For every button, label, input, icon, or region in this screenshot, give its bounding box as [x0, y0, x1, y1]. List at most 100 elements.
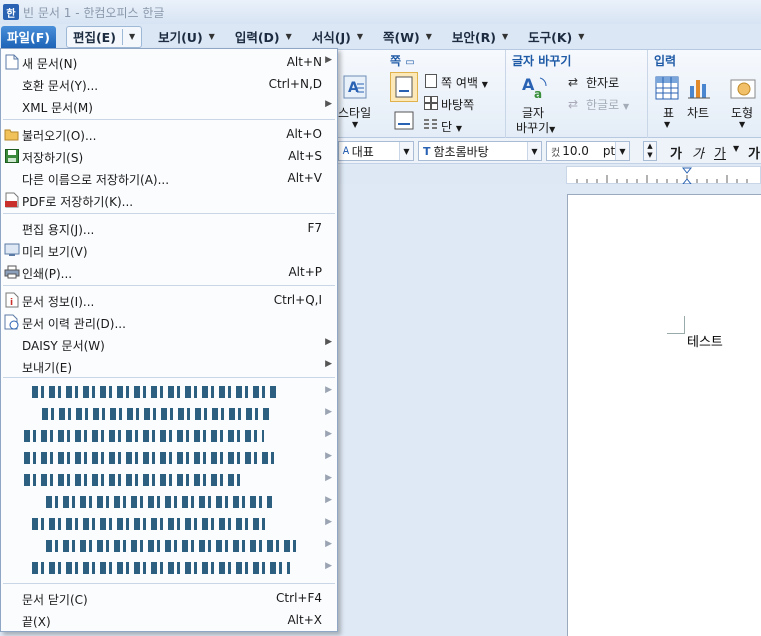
to-hanja-button[interactable]: 한자로 — [586, 74, 619, 91]
text-replace-icon[interactable]: Aa — [520, 72, 550, 102]
redacted-text — [24, 474, 244, 486]
redacted-text — [42, 408, 272, 420]
menu-item-new[interactable]: 새 문서(N) Alt+N ▶ — [2, 51, 336, 73]
menu-tools[interactable]: 도구(K) ▼ — [522, 26, 590, 48]
recent-file-item[interactable]: ▶ — [2, 447, 336, 469]
bold-button[interactable]: 가 — [670, 143, 682, 162]
chevron-down-icon[interactable]: ▼ — [739, 120, 745, 129]
chevron-down-icon[interactable]: ▼ — [615, 142, 629, 160]
menu-item-send[interactable]: 보내기(E) ▶ — [2, 355, 336, 377]
strikethrough-button[interactable]: 가 — [748, 143, 760, 162]
document-page[interactable] — [567, 194, 761, 636]
recent-file-item[interactable]: ▶ — [2, 557, 336, 579]
menu-insert[interactable]: 입력(D) ▼ — [229, 26, 298, 48]
submenu-arrow-icon: ▶ — [325, 539, 332, 549]
column-button[interactable]: 단 ▼ — [441, 118, 462, 135]
chart-button-label[interactable]: 차트 — [687, 104, 709, 121]
style-icon[interactable]: A — [342, 74, 368, 100]
to-hangul-button[interactable]: 한글로 ▼ — [586, 96, 629, 113]
chevron-down-icon[interactable]: ▼ — [578, 32, 584, 41]
spin-up-icon[interactable]: ▲ — [647, 142, 652, 151]
menu-view-label: 보기(U) — [158, 30, 203, 45]
file-menu: 새 문서(N) Alt+N ▶ 호환 문서(Y)... Ctrl+N,D XML… — [0, 48, 338, 632]
open-folder-icon — [4, 126, 20, 142]
menu-item-daisy[interactable]: DAISY 문서(W) ▶ — [2, 333, 336, 355]
menu-item-close-document[interactable]: 문서 닫기(C) Ctrl+F4 — [2, 587, 336, 609]
chevron-down-icon[interactable]: ▼ — [527, 142, 541, 160]
submenu-arrow-icon: ▶ — [325, 473, 332, 483]
menu-separator — [3, 119, 335, 120]
menu-item-page-setup[interactable]: 편집 용지(J)... F7 — [2, 217, 336, 239]
menu-item-label: PDF로 저장하기(K)... — [22, 195, 134, 209]
menu-item-document-info[interactable]: i 문서 정보(I)... Ctrl+Q,I — [2, 289, 336, 311]
chevron-down-icon[interactable]: ▼ — [357, 32, 363, 41]
style-button-label[interactable]: 스타일 — [338, 104, 371, 121]
menu-security[interactable]: 보안(R) ▼ — [446, 26, 514, 48]
menu-page[interactable]: 쪽(W) ▼ — [377, 26, 438, 48]
recent-file-item[interactable]: ▶ — [2, 403, 336, 425]
font-size-icon: 컸 — [551, 147, 561, 159]
text-replace-label-2[interactable]: 바꾸기▼ — [516, 119, 555, 136]
page-margin-button[interactable]: 쪽 여백 ▼ — [441, 74, 488, 91]
menu-item-label: 문서 이력 관리(D)... — [22, 317, 126, 331]
horizontal-ruler[interactable] — [566, 166, 761, 185]
recent-file-item[interactable]: ▶ — [2, 425, 336, 447]
menu-item-shortcut: Alt+V — [287, 171, 322, 185]
recent-file-item[interactable]: ▶ — [2, 491, 336, 513]
menu-view[interactable]: 보기(U) ▼ — [152, 26, 221, 48]
menu-item-document-history[interactable]: 문서 이력 관리(D)... — [2, 311, 336, 333]
chevron-down-icon[interactable]: ▼ — [426, 32, 432, 41]
recent-file-item[interactable]: ▶ — [2, 513, 336, 535]
page-setup-icon[interactable] — [392, 110, 416, 132]
menu-item-print[interactable]: 인쇄(P)... Alt+P — [2, 261, 336, 283]
menu-item-shortcut: Alt+O — [286, 127, 322, 141]
menu-item-xml-document[interactable]: XML 문서(M) ▶ — [2, 95, 336, 117]
shape-button-label[interactable]: 도형 — [731, 104, 753, 121]
font-combo[interactable]: T 함초롬바탕 ▼ — [418, 141, 542, 161]
chevron-down-icon[interactable]: ▼ — [209, 32, 215, 41]
menu-format[interactable]: 서식(J) ▼ — [306, 26, 369, 48]
menu-item-exit[interactable]: 끝(X) Alt+X — [2, 609, 336, 631]
underline-button[interactable]: 가 — [714, 143, 726, 162]
chevron-down-icon[interactable]: ▼ — [129, 32, 135, 41]
shape-icon[interactable] — [730, 76, 756, 100]
menu-item-preview[interactable]: 미리 보기(V) — [2, 239, 336, 261]
pdf-icon — [4, 192, 20, 208]
submenu-arrow-icon: ▶ — [325, 407, 332, 417]
chevron-down-icon[interactable]: ▼ — [286, 32, 292, 41]
menu-item-compatible-document[interactable]: 호환 문서(Y)... Ctrl+N,D — [2, 73, 336, 95]
menu-item-save[interactable]: 저장하기(S) Alt+S — [2, 145, 336, 167]
print-icon — [4, 264, 20, 280]
master-page-button[interactable]: 바탕쪽 — [441, 96, 474, 113]
menu-item-save-as[interactable]: 다른 이름으로 저장하기(A)... Alt+V — [2, 167, 336, 189]
menu-item-label: 다른 이름으로 저장하기(A)... — [22, 173, 170, 187]
document-text[interactable]: 테스트 — [687, 331, 723, 350]
redacted-text — [46, 540, 298, 552]
style-combo[interactable]: Ꭺ 대표 ▼ — [338, 141, 414, 161]
chevron-down-icon[interactable]: ▼ — [352, 120, 358, 129]
menu-edit[interactable]: 편집(E) ▼ — [65, 25, 143, 48]
chevron-down-icon[interactable]: ▼ — [502, 32, 508, 41]
menu-item-save-pdf[interactable]: PDF로 저장하기(K)... — [2, 189, 336, 211]
redacted-text — [32, 386, 278, 398]
table-icon[interactable] — [655, 76, 679, 100]
font-size-spinner[interactable]: ▲ ▼ — [643, 141, 657, 161]
menu-file[interactable]: 파일(F) — [1, 25, 56, 48]
recent-file-item[interactable]: ▶ — [2, 381, 336, 403]
spin-down-icon[interactable]: ▼ — [647, 151, 652, 160]
menu-item-open[interactable]: 불러오기(O)... Alt+O — [2, 123, 336, 145]
menu-item-label: 호환 문서(Y)... — [22, 79, 99, 93]
recent-file-item[interactable]: ▶ — [2, 469, 336, 491]
font-combo-value: 함초롬바탕 — [433, 144, 489, 159]
chevron-down-icon[interactable]: ▼ — [664, 120, 670, 129]
page-icon[interactable] — [390, 72, 418, 102]
menu-item-label: 불러오기(O)... — [22, 129, 97, 143]
font-size-combo[interactable]: 컸 10.0 pt ▼ — [546, 141, 630, 161]
new-document-icon — [4, 54, 20, 70]
italic-button[interactable]: 가 — [692, 143, 704, 162]
chevron-down-icon[interactable]: ▼ — [399, 142, 413, 160]
table-button-label[interactable]: 표 — [663, 104, 674, 121]
chevron-down-icon[interactable]: ▼ — [733, 144, 739, 153]
recent-file-item[interactable]: ▶ — [2, 535, 336, 557]
chart-icon[interactable] — [687, 76, 711, 100]
